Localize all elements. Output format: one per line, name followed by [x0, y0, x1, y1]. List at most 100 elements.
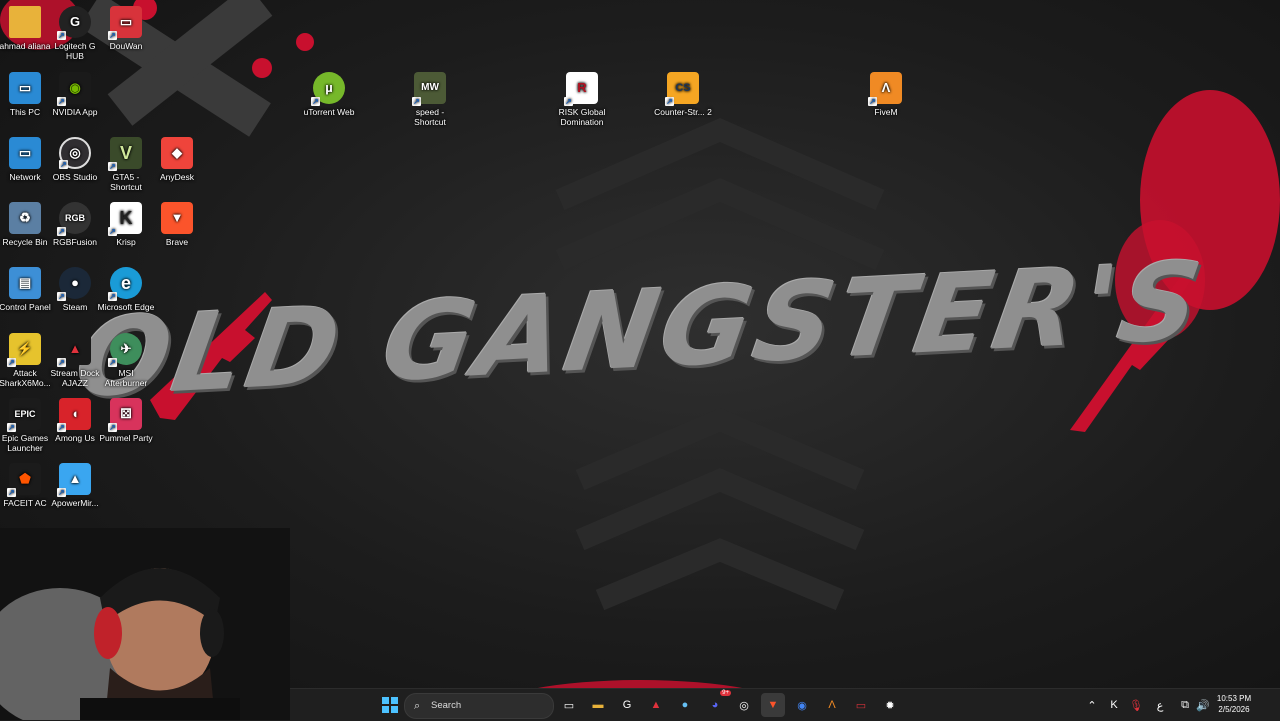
this-pc-icon: ▭	[9, 72, 41, 104]
steam-icon: ●	[681, 699, 689, 711]
anydesk-icon: ◆	[161, 137, 193, 169]
krisp-icon: K ↗	[108, 202, 142, 236]
search-icon: ⌕	[414, 700, 421, 712]
logitech-ghub-icon: G	[622, 699, 632, 711]
counter-strike-icon: CS ↗	[665, 72, 699, 106]
desktop-icon-gta5-shortcut[interactable]: V ↗ GTA5 - Shortcut	[97, 137, 155, 192]
desktop-icon-speed-shortcut[interactable]: MW ↗ speed - Shortcut	[401, 72, 459, 127]
discord-icon: ◕	[711, 699, 719, 711]
file-explorer-icon: ▬	[592, 699, 604, 711]
icon-label: Brave	[165, 237, 189, 247]
tray-overflow-button[interactable]: ⌃	[1080, 693, 1104, 717]
brave-icon: ▼	[161, 202, 193, 234]
icon-label: ApowerMir...	[51, 498, 99, 508]
taskbar-app-steam[interactable]: ●	[673, 693, 697, 717]
windows-start-icon	[382, 697, 398, 713]
epic-games-icon: EPIC ↗	[7, 398, 41, 432]
logitech-ghub-icon: G ↗	[57, 6, 91, 40]
desktop-icon-anydesk[interactable]: ◆ AnyDesk	[148, 137, 206, 182]
chrome-icon: ◉	[797, 699, 807, 712]
taskbar-app-discord[interactable]: ◕ 9+	[703, 690, 731, 717]
brave-icon: ▼	[767, 699, 779, 711]
icon-label: RGBFusion	[53, 237, 97, 247]
desktop-icon-microsoft-edge[interactable]: e ↗ Microsoft Edge	[97, 267, 155, 312]
desktop-icon-nvidia-app[interactable]: ◉ ↗ NVIDIA App	[46, 72, 104, 117]
tray-mic-button[interactable]: 🎙	[1124, 693, 1148, 717]
desktop-icon-rgbfusion[interactable]: RGB ↗ RGBFusion	[46, 202, 104, 247]
taskbar-app-stream-dock[interactable]: ▲	[644, 693, 668, 717]
tray-krisp-button[interactable]: K	[1102, 693, 1126, 717]
taskbar-search-box[interactable]: ⌕ Search	[404, 693, 554, 719]
desktop-icon-logitech-ghub[interactable]: G ↗ Logitech G HUB	[46, 6, 104, 61]
volume-icon: 🔊	[1196, 699, 1210, 712]
microphone-icon: 🎙	[1129, 699, 1143, 712]
network-icon: ▭	[9, 137, 41, 169]
icon-label: Microsoft Edge	[97, 302, 155, 312]
icon-label: FiveM	[874, 107, 898, 117]
taskbar-app-fivem[interactable]: Λ	[820, 693, 844, 717]
discord-badge: 9+	[720, 690, 731, 696]
pummel-party-icon: ⚄ ↗	[108, 398, 142, 432]
risk-icon: R ↗	[564, 72, 598, 106]
icon-label: Logitech G HUB	[54, 41, 96, 61]
taskbar: ⌕ Search ▭ ▬ G ▲ ● ◕ 9+ ◎ ▼ ◉ Λ ▭ ✹ ⌃ K …	[290, 688, 1280, 721]
taskbar-app-task-view[interactable]: ▭	[557, 693, 581, 717]
icon-label: AnyDesk	[159, 172, 194, 182]
icon-label: GTA5 - Shortcut	[110, 172, 142, 192]
desktop-icon-fivem[interactable]: Λ ↗ FiveM	[857, 72, 915, 117]
taskbar-app-logitech-ghub[interactable]: G	[615, 693, 639, 717]
obs-icon: ◎ ↗	[59, 137, 91, 169]
obs-icon: ◎	[739, 699, 749, 712]
search-placeholder: Search	[431, 700, 462, 711]
edge-icon: e ↗	[108, 267, 142, 301]
steam-icon: ● ↗	[57, 267, 91, 301]
stream-dock-icon: ▲	[650, 699, 662, 711]
icon-label: OBS Studio	[52, 172, 98, 182]
desktop-icon-brave[interactable]: ▼ Brave	[148, 202, 206, 247]
taskbar-app-chrome[interactable]: ◉	[790, 693, 814, 717]
webcam-person-image	[0, 528, 290, 720]
desktop-icon-obs-studio[interactable]: ◎ ↗ OBS Studio	[46, 137, 104, 182]
clock-time: 10:53 PM	[1216, 694, 1252, 703]
desktop-icon-krisp[interactable]: K ↗ Krisp	[97, 202, 155, 247]
icon-label: Counter-Str... 2	[654, 107, 712, 117]
desktop-icon-steam[interactable]: ● ↗ Steam	[46, 267, 104, 312]
tray-clock[interactable]: 10:53 PM 2/5/2026	[1212, 694, 1256, 714]
desktop-icon-msi-afterburner[interactable]: ✈ ↗ MSI Afterburner	[97, 333, 155, 388]
desktop-icon-among-us[interactable]: ◖ ↗ Among Us	[46, 398, 104, 443]
steelseries-icon: ✹	[885, 699, 895, 712]
icon-label: Steam	[62, 302, 88, 312]
desktop-icon-pummel-party[interactable]: ⚄ ↗ Pummel Party	[97, 398, 155, 443]
desktop-icon-utorrent-web[interactable]: µ ↗ uTorrent Web	[300, 72, 358, 117]
icon-label: Krisp	[116, 237, 136, 247]
taskbar-app-file-explorer[interactable]: ▬	[586, 693, 610, 717]
gta5-icon: V ↗	[108, 137, 142, 171]
network-icon: ⧉	[1181, 698, 1189, 711]
taskbar-app-brave[interactable]: ▼	[761, 693, 785, 717]
icon-label: RISK Global Domination	[558, 107, 606, 127]
douwan-icon: ▭ ↗	[108, 6, 142, 40]
nfs-mw-icon: MW ↗	[412, 72, 446, 106]
taskbar-app-obs[interactable]: ◎	[732, 693, 756, 717]
taskbar-app-douwan[interactable]: ▭	[849, 693, 873, 717]
desktop-icon-apowermirror[interactable]: ▲ ↗ ApowerMir...	[46, 463, 104, 508]
language-indicator: ع	[1156, 699, 1164, 712]
desktop-icon-douwan[interactable]: ▭ ↗ DouWan	[97, 6, 155, 51]
desktop-icon-risk[interactable]: R ↗ RISK Global Domination	[553, 72, 611, 127]
task-view-icon: ▭	[563, 699, 575, 712]
icon-label: MSI Afterburner	[104, 368, 148, 388]
icon-label: Among Us	[55, 433, 95, 443]
webcam-overlay	[0, 528, 290, 720]
desktop-icon-stream-dock[interactable]: ▲ ↗ Stream Dock AJAZZ	[46, 333, 104, 388]
desktop-icon-counter-strike-2[interactable]: CS ↗ Counter-Str... 2	[654, 72, 712, 117]
clock-date: 2/5/2026	[1218, 705, 1250, 714]
taskbar-app-steelseries[interactable]: ✹	[878, 693, 902, 717]
control-panel-icon: ▤	[9, 267, 41, 299]
among-us-icon: ◖ ↗	[57, 398, 91, 432]
fivem-icon: Λ ↗	[868, 72, 902, 106]
icon-label: NVIDIA App	[52, 107, 98, 117]
tray-language-button[interactable]: ع	[1148, 693, 1172, 717]
douwan-icon: ▭	[855, 699, 867, 712]
icon-label: speed - Shortcut	[414, 107, 446, 127]
start-button[interactable]	[378, 693, 402, 717]
